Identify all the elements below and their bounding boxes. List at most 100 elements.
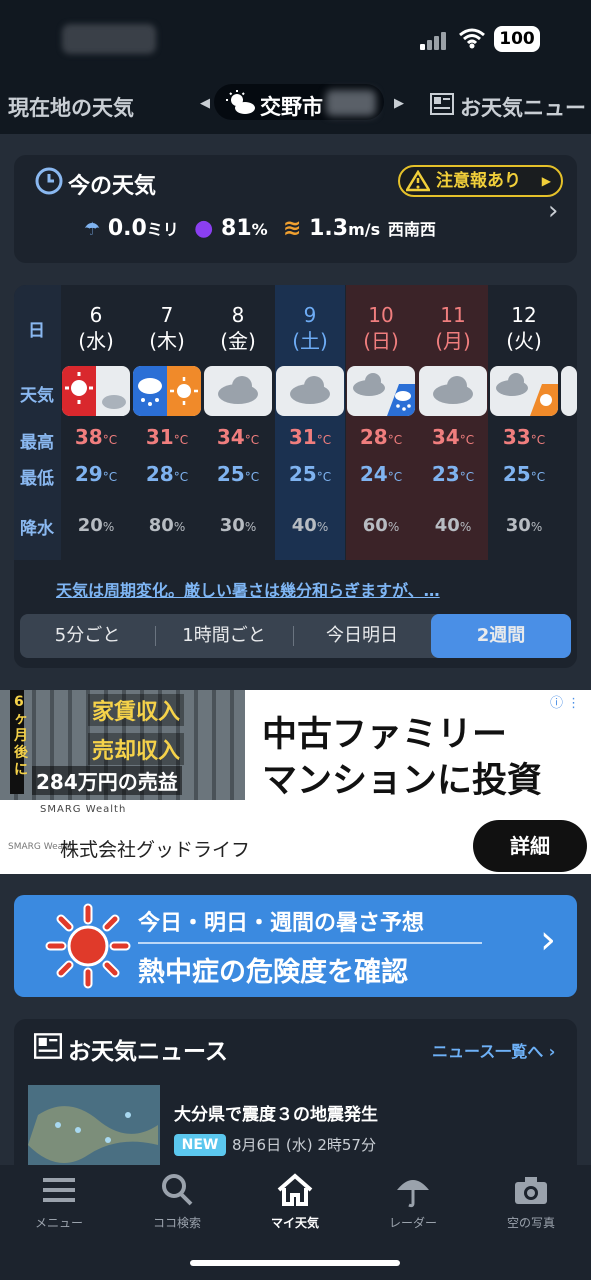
- low-temp: 25°C: [288, 462, 332, 486]
- tab-current-location[interactable]: 現在地の天気: [8, 92, 134, 122]
- humidity-value: 81: [221, 216, 252, 241]
- label-low: 最低: [20, 469, 54, 489]
- next-arrow-icon[interactable]: ▶: [394, 96, 404, 111]
- blurred-area: [326, 90, 376, 116]
- clock-icon: [35, 167, 63, 195]
- low-temp: 25°C: [502, 462, 546, 486]
- blurred-carrier: [62, 24, 156, 54]
- ad-info-icon[interactable]: ⓘ ⋮: [550, 692, 580, 711]
- partial-icon: [561, 366, 577, 416]
- low-temp: 24°C: [359, 462, 403, 486]
- cloud-icon: [419, 366, 487, 416]
- chevron-right-icon: ›: [540, 917, 556, 963]
- day-head: 6 (水): [78, 303, 114, 353]
- forecast-summary-link[interactable]: 天気は周期変化。厳しい暑さは幾分和らぎますが、…: [56, 577, 440, 601]
- label-rain: 降水: [20, 519, 54, 539]
- high-temp: 38°C: [74, 425, 118, 449]
- humidity-icon: ●: [194, 216, 214, 241]
- high-temp: 33°C: [502, 425, 546, 449]
- rain-chance: 40%: [291, 515, 329, 536]
- low-temp: 25°C: [216, 462, 260, 486]
- segment-2weeks[interactable]: 2週間: [431, 614, 571, 658]
- wind-value: 1.3: [309, 216, 349, 241]
- ad-image-text: 284万円の売益: [32, 766, 182, 795]
- label-weather: 天気: [20, 386, 54, 406]
- ad-headline[interactable]: 中古ファミリー マンションに投資: [262, 712, 542, 804]
- rain-chance: 80%: [148, 515, 186, 536]
- news-date: 8月6日 (水) 2時57分: [232, 1136, 376, 1154]
- day-head: 8 (金): [220, 303, 256, 353]
- cloud-sun-icon: [490, 366, 558, 416]
- day-head: 11 (月): [435, 303, 471, 353]
- current-weather-title: 今の天気: [68, 174, 157, 199]
- day-head: 10 (日): [363, 303, 399, 353]
- news-list-link[interactable]: ニュース一覧へ ›: [432, 1038, 555, 1062]
- news-thumbnail[interactable]: [28, 1085, 160, 1175]
- wind-icon: ≋: [283, 216, 302, 241]
- ad-image-text: 6ヶ月後に: [14, 694, 28, 778]
- newspaper-icon: [34, 1033, 62, 1059]
- nav-sky-photo[interactable]: 空の写真: [481, 1170, 581, 1231]
- hot-sun-icon: [45, 903, 131, 989]
- camera-icon: [515, 1177, 547, 1204]
- home-icon: [277, 1173, 313, 1206]
- high-temp: 31°C: [288, 425, 332, 449]
- low-temp: 28°C: [145, 462, 189, 486]
- umbrella-icon: [397, 1180, 429, 1208]
- low-temp: 29°C: [74, 462, 118, 486]
- city-name: 交野市: [260, 95, 323, 119]
- nav-menu[interactable]: メニュー: [9, 1170, 109, 1231]
- battery-indicator: 100: [494, 26, 540, 52]
- prev-arrow-icon[interactable]: ◀: [200, 96, 210, 111]
- high-temp: 34°C: [431, 425, 475, 449]
- rain-chance: 30%: [219, 515, 257, 536]
- new-badge: NEW: [174, 1134, 226, 1156]
- ad-image-text: 売却収入: [88, 733, 185, 765]
- rain-value: 0.0: [107, 216, 147, 241]
- ad-company: 株式会社グッドライフ: [60, 839, 251, 861]
- current-values: ☂ 0.0ミリ ● 81% ≋ 1.3m/s 西南西: [84, 216, 436, 241]
- rain-sun-icon: [133, 366, 201, 416]
- label-high: 最高: [20, 433, 54, 453]
- ad-detail-button[interactable]: 詳細: [473, 820, 587, 872]
- rain-chance: 30%: [505, 515, 543, 536]
- news-headline[interactable]: 大分県で震度３の地震発生: [174, 1100, 378, 1125]
- cloud-rain-icon: [347, 366, 415, 416]
- high-temp: 31°C: [145, 425, 189, 449]
- chevron-right-icon[interactable]: ›: [548, 196, 558, 226]
- nav-search[interactable]: ココ検索: [127, 1170, 227, 1231]
- rain-chance: 20%: [77, 515, 115, 536]
- day-head: 7 (木): [149, 303, 185, 353]
- home-indicator: [190, 1260, 400, 1266]
- warning-icon: [406, 170, 430, 192]
- low-temp: 23°C: [431, 462, 475, 486]
- day-head: 9 (土): [292, 303, 328, 353]
- high-temp: 28°C: [359, 425, 403, 449]
- signal-icon: [420, 30, 450, 50]
- news-section-title: お天気ニュース: [68, 1039, 228, 1065]
- segment-hourly[interactable]: 1時間ごと: [155, 614, 293, 658]
- newspaper-icon: [430, 93, 454, 115]
- nav-my-weather[interactable]: マイ天気: [245, 1170, 345, 1231]
- heat-banner-subtitle: 今日・明日・週間の暑さ予想: [138, 911, 425, 936]
- wind-direction: 西南西: [387, 220, 436, 239]
- cloud-icon: [204, 366, 272, 416]
- ad-brand: SMARG Wealth: [0, 800, 245, 820]
- divider: [138, 942, 482, 944]
- high-temp: 34°C: [216, 425, 260, 449]
- umbrella-icon: ☂: [84, 219, 101, 240]
- nav-radar[interactable]: レーダー: [363, 1170, 463, 1231]
- segment-today-tomorrow[interactable]: 今日明日: [293, 614, 431, 658]
- ad-image-text: 家賃収入: [88, 694, 185, 726]
- hot-sun-cloud-icon: [62, 366, 130, 416]
- menu-icon: [43, 1178, 75, 1202]
- segment-5min[interactable]: 5分ごと: [20, 614, 155, 658]
- wifi-icon: [459, 28, 485, 49]
- search-icon: [162, 1174, 193, 1206]
- tab-weather-news[interactable]: お天気ニュー: [460, 92, 586, 122]
- sun-cloud-icon: [226, 90, 255, 114]
- heat-banner-title: 熱中症の危険度を確認: [138, 957, 408, 988]
- label-day: 日: [28, 321, 45, 341]
- rain-chance: 40%: [434, 515, 472, 536]
- day-head: 12 (火): [506, 303, 542, 353]
